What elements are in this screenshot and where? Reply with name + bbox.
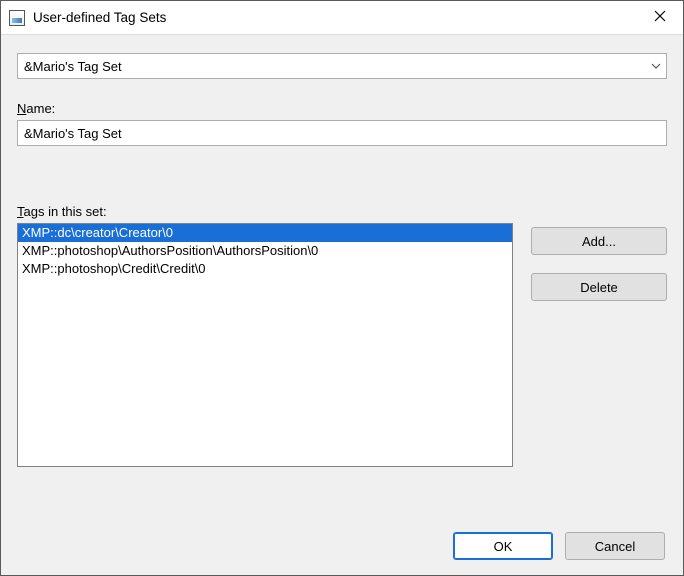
list-item[interactable]: XMP::dc\creator\Creator\0 — [18, 224, 512, 242]
list-item[interactable]: XMP::photoshop\Credit\Credit\0 — [18, 260, 512, 278]
tags-label: Tags in this set: — [17, 204, 667, 219]
close-button[interactable] — [637, 1, 683, 34]
dropdown-value: &Mario's Tag Set — [24, 59, 122, 74]
close-icon — [654, 10, 666, 25]
tag-set-dropdown[interactable]: &Mario's Tag Set — [17, 53, 667, 79]
titlebar: User-defined Tag Sets — [1, 1, 683, 35]
name-label: Name: — [17, 101, 667, 116]
tags-listbox[interactable]: XMP::dc\creator\Creator\0XMP::photoshop\… — [17, 223, 513, 467]
list-item[interactable]: XMP::photoshop\AuthorsPosition\AuthorsPo… — [18, 242, 512, 260]
window-title: User-defined Tag Sets — [33, 10, 166, 25]
cancel-button[interactable]: Cancel — [565, 532, 665, 560]
name-input[interactable] — [17, 120, 667, 146]
dialog-footer: OK Cancel — [1, 517, 683, 575]
dialog-window: User-defined Tag Sets &Mario's Tag Set N… — [0, 0, 684, 576]
ok-button[interactable]: OK — [453, 532, 553, 560]
add-button[interactable]: Add... — [531, 227, 667, 255]
app-icon — [9, 10, 25, 26]
delete-button[interactable]: Delete — [531, 273, 667, 301]
chevron-down-icon — [651, 63, 661, 69]
